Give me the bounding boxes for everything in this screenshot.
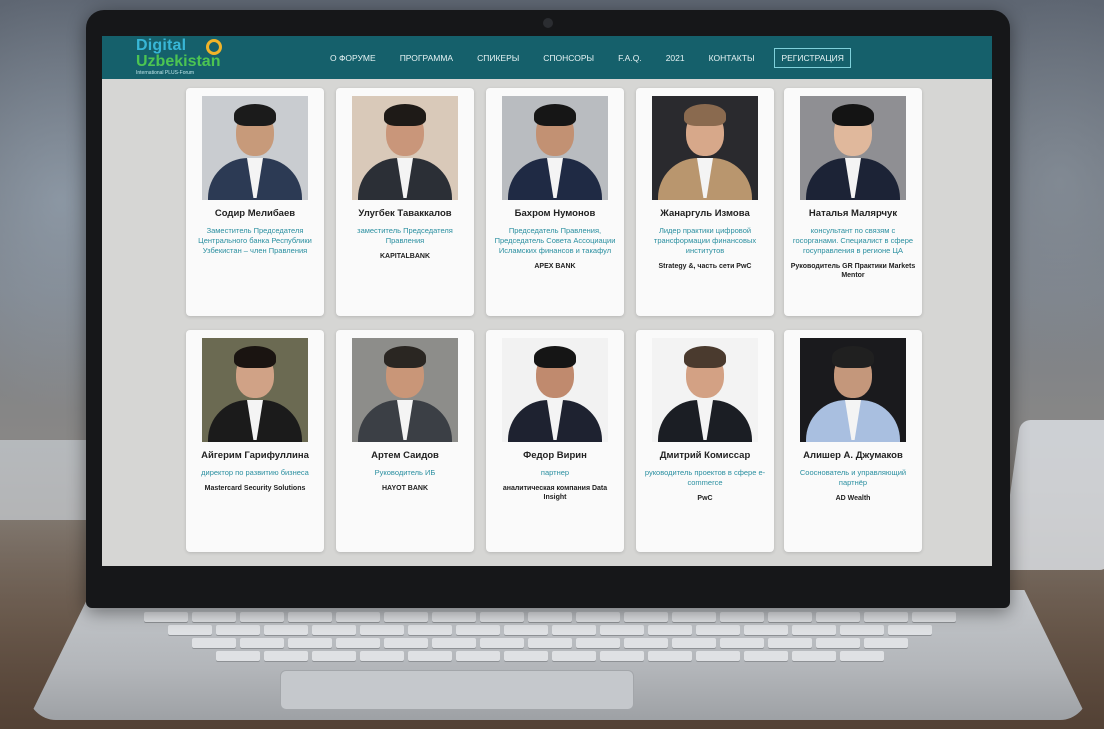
speaker-photo xyxy=(800,96,906,200)
speaker-role: партнер xyxy=(540,468,570,477)
speaker-role: Председатель Правления, Председатель Сов… xyxy=(494,226,616,255)
speaker-organization: Руководитель GR Практики Markets Mentor xyxy=(790,263,916,279)
nav-item-2021[interactable]: 2021 xyxy=(666,53,685,63)
speaker-organization: AD Wealth xyxy=(835,495,871,502)
speaker-photo xyxy=(502,96,608,200)
speaker-card[interactable]: Айгерим Гарифуллина директор по развитию … xyxy=(186,330,324,552)
speaker-photo xyxy=(652,96,758,200)
speaker-card[interactable]: Улугбек Таваккалов заместитель Председате… xyxy=(336,88,474,316)
logo-tagline: International PLUS-Forum xyxy=(136,70,195,76)
site-logo[interactable]: Digital Uzbekistan International PLUS-Fo… xyxy=(136,38,236,78)
speaker-name: Артем Саидов xyxy=(371,450,439,461)
speaker-name: Жанаргуль Измова xyxy=(660,208,750,219)
speaker-name: Наталья Малярчук xyxy=(808,208,898,219)
speaker-role: заместитель Председателя Правления xyxy=(357,226,453,245)
speaker-photo xyxy=(202,96,308,200)
speaker-card[interactable]: Жанаргуль Измова Лидер практики цифровой … xyxy=(636,88,774,316)
background-object xyxy=(0,440,100,520)
speaker-role: Руководитель ИБ xyxy=(374,468,436,477)
speaker-role: Сооснователь и управляющий партнёр xyxy=(799,468,907,487)
speaker-photo xyxy=(800,338,906,442)
speaker-organization: PwC xyxy=(697,495,713,502)
speaker-photo xyxy=(352,96,458,200)
nav-item-program[interactable]: ПРОГРАММА xyxy=(400,53,453,63)
speaker-card[interactable]: Дмитрий Комиссар руководитель проектов в … xyxy=(636,330,774,552)
nav-menu: О ФОРУМЕ ПРОГРАММА СПИКЕРЫ СПОНСОРЫ F.A.… xyxy=(330,36,851,79)
speaker-organization: APEX BANK xyxy=(534,263,576,270)
speaker-photo xyxy=(652,338,758,442)
speaker-role: руководитель проектов в сфере e-commerce xyxy=(644,468,766,487)
speaker-name: Алишер А. Джумаков xyxy=(803,450,903,461)
speaker-card[interactable]: Артем Саидов Руководитель ИБ HAYOT BANK xyxy=(336,330,474,552)
speaker-card[interactable]: Содир Мелибаев Заместитель Председателя Ц… xyxy=(186,88,324,316)
speaker-card[interactable]: Наталья Малярчук консультант по связям с … xyxy=(784,88,922,316)
speaker-photo xyxy=(352,338,458,442)
speaker-organization: KAPITALBANK xyxy=(379,253,431,260)
speaker-organization: Mastercard Security Solutions xyxy=(204,485,306,492)
speaker-card[interactable]: Алишер А. Джумаков Сооснователь и управля… xyxy=(784,330,922,552)
speaker-organization: аналитическая компания Data Insight xyxy=(502,485,608,501)
speaker-name: Федор Вирин xyxy=(523,450,587,461)
speaker-photo xyxy=(202,338,308,442)
speaker-photo xyxy=(502,338,608,442)
speaker-card[interactable]: Бахром Нумонов Председатель Правления, Пр… xyxy=(486,88,624,316)
webcam xyxy=(543,18,553,28)
speaker-role: Заместитель Председателя Центрального ба… xyxy=(198,226,312,255)
speaker-organization: HAYOT BANK xyxy=(381,485,429,492)
laptop-screen: Digital Uzbekistan International PLUS-Fo… xyxy=(102,36,992,566)
speaker-name: Содир Мелибаев xyxy=(214,208,296,219)
speaker-role: консультант по связям с госорганами. Спе… xyxy=(792,226,914,255)
speaker-name: Бахром Нумонов xyxy=(514,208,596,219)
speaker-card[interactable]: Федор Вирин партнер аналитическая компания… xyxy=(486,330,624,552)
nav-item-sponsors[interactable]: СПОНСОРЫ xyxy=(543,53,594,63)
speaker-organization: Strategy &, часть сети PwC xyxy=(658,263,752,270)
nav-item-speakers[interactable]: СПИКЕРЫ xyxy=(477,53,519,63)
laptop-touchpad xyxy=(280,670,634,710)
nav-item-contacts[interactable]: КОНТАКТЫ xyxy=(709,53,755,63)
site-navbar: Digital Uzbekistan International PLUS-Fo… xyxy=(102,36,992,79)
nav-item-faq[interactable]: F.A.Q. xyxy=(618,53,642,63)
logo-text-uzbekistan: Uzbekistan xyxy=(136,53,221,70)
nav-item-about[interactable]: О ФОРУМЕ xyxy=(330,53,376,63)
laptop-keyboard xyxy=(110,612,990,672)
gear-icon xyxy=(206,39,222,55)
speaker-name: Улугбек Таваккалов xyxy=(358,208,452,219)
speaker-role: директор по развитию бизнеса xyxy=(201,468,309,477)
speaker-name: Дмитрий Комиссар xyxy=(659,450,751,461)
register-button[interactable]: РЕГИСТРАЦИЯ xyxy=(774,47,851,68)
speaker-name: Айгерим Гарифуллина xyxy=(201,450,309,461)
speaker-role: Лидер практики цифровой трансформации фи… xyxy=(653,226,757,255)
